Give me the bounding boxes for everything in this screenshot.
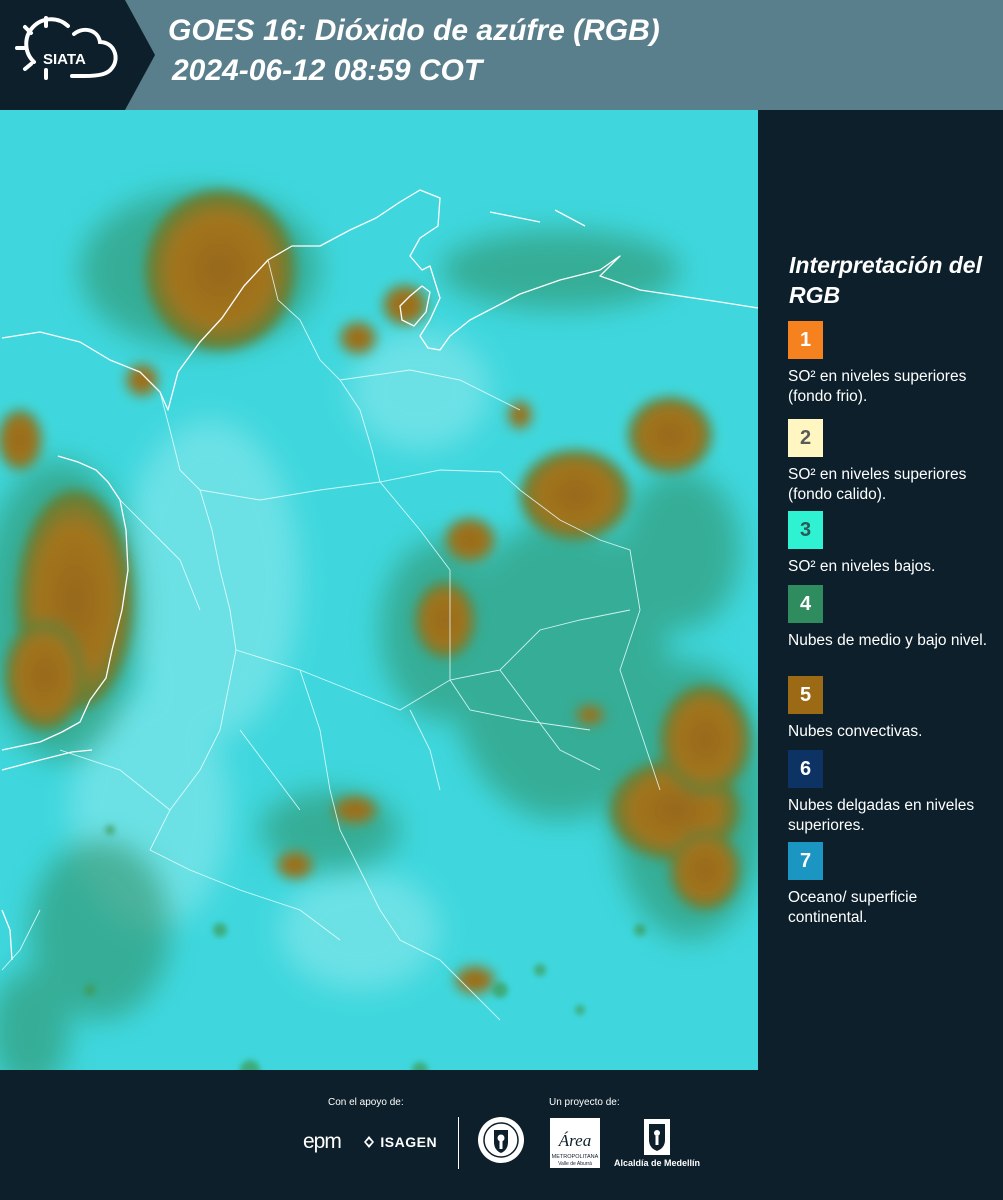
legend-label: Nubes delgadas en niveles superiores. bbox=[788, 797, 975, 834]
legend-panel: Interpretación del RGB 1 SO² en niveles … bbox=[760, 110, 1003, 1068]
legend-swatch: 3 bbox=[788, 511, 823, 549]
project-label: Un proyecto de: bbox=[549, 1097, 620, 1108]
isagen-logo: ISAGEN bbox=[362, 1134, 437, 1150]
support-label: Con el apoyo de: bbox=[328, 1097, 404, 1108]
legend-label: Nubes de medio y bajo nivel. bbox=[788, 632, 988, 649]
legend-label: Oceano/ superficie continental. bbox=[788, 889, 918, 926]
siata-logo: SIATA bbox=[15, 16, 118, 80]
legend-label: SO² en niveles superiores (fondo calido)… bbox=[788, 466, 967, 503]
legend-swatch: 2 bbox=[788, 419, 823, 457]
isagen-text: ISAGEN bbox=[380, 1134, 438, 1150]
medellin-seal-icon bbox=[478, 1117, 524, 1163]
legend-title: Interpretación del RGB bbox=[789, 252, 982, 308]
legend-label: SO² en niveles superiores (fondo frio). bbox=[788, 368, 967, 405]
legend-swatch: 4 bbox=[788, 585, 823, 623]
isagen-mark-icon bbox=[364, 1136, 374, 1148]
footer-bar: Con el apoyo de: Un proyecto de: epm ISA… bbox=[0, 1070, 1003, 1200]
satellite-map bbox=[0, 110, 758, 1070]
epm-logo: epm bbox=[303, 1130, 342, 1153]
alcaldia-label: Alcaldía de Medellín bbox=[613, 1158, 701, 1168]
satellite-image bbox=[0, 110, 758, 1070]
header-bar: SIATA GOES 16: Dióxido de azúfre (RGB) 2… bbox=[0, 0, 1003, 110]
alcaldia-shield-icon bbox=[644, 1119, 670, 1155]
page-title: GOES 16: Dióxido de azúfre (RGB) bbox=[168, 14, 660, 47]
footer-divider bbox=[458, 1117, 459, 1169]
area-metropolitana-mark: Área METROPOLITANA Valle de Aburrá bbox=[550, 1118, 600, 1168]
area-name: Área bbox=[558, 1131, 591, 1150]
legend-swatch: 6 bbox=[788, 750, 823, 788]
legend-swatch: 5 bbox=[788, 676, 823, 714]
legend-label: SO² en niveles bajos. bbox=[788, 558, 936, 575]
siata-logo-text: SIATA bbox=[43, 51, 86, 68]
alcaldia-logo: Alcaldía de Medellín bbox=[612, 1118, 702, 1168]
page-timestamp: 2024-06-12 08:59 COT bbox=[172, 54, 483, 87]
area-sub1: METROPOLITANA bbox=[552, 1154, 599, 1160]
area-sub2: Valle de Aburrá bbox=[558, 1161, 592, 1167]
legend-label: Nubes convectivas. bbox=[788, 723, 923, 740]
siata-logo-block: SIATA bbox=[0, 0, 155, 110]
legend-swatch: 1 bbox=[788, 321, 823, 359]
area-metropolitana-logo: Área METROPOLITANA Valle de Aburrá bbox=[550, 1118, 600, 1173]
legend-swatch: 7 bbox=[788, 842, 823, 880]
